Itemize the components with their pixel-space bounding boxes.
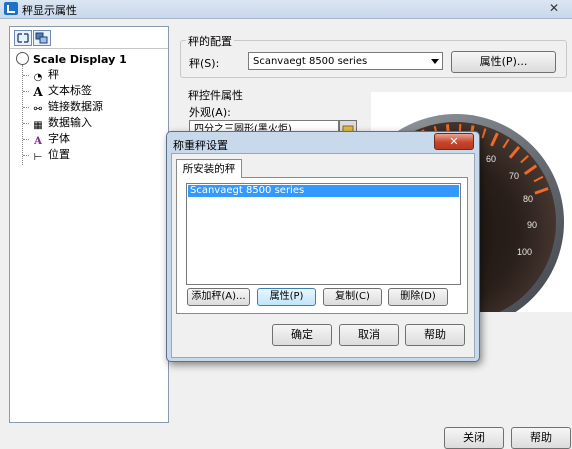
scale-properties-dialog-button[interactable]: 属性(P) bbox=[257, 288, 316, 306]
scale-properties-button[interactable]: 属性(P)... bbox=[451, 51, 556, 73]
tree-item-font[interactable]: A 字体 bbox=[23, 131, 70, 147]
chevron-down-icon bbox=[431, 59, 439, 64]
tree-root-item[interactable]: Scale Display 1 bbox=[16, 52, 127, 66]
text-icon: A bbox=[33, 85, 43, 99]
add-scale-button[interactable]: 添加秤(A)... bbox=[187, 288, 250, 306]
gauge-tick-label: 80 bbox=[523, 194, 533, 204]
toolbar-divider bbox=[10, 48, 168, 49]
cancel-button[interactable]: 取消 bbox=[339, 324, 399, 346]
tree-item-data-source[interactable]: ⚯ 链接数据源 bbox=[23, 99, 103, 115]
expand-view-button[interactable] bbox=[14, 30, 32, 46]
tab-installed-scales[interactable]: 所安装的秤 bbox=[176, 159, 242, 178]
appearance-label: 外观(A): bbox=[189, 106, 231, 119]
help-button[interactable]: 帮助 bbox=[405, 324, 465, 346]
window-title: 秤显示属性 bbox=[22, 4, 77, 17]
tree-item-text-label[interactable]: A 文本标签 bbox=[23, 83, 92, 99]
position-icon: ⊢ bbox=[33, 152, 43, 163]
window-close-button[interactable]: ✕ bbox=[542, 1, 566, 15]
tree-item-label: 秤 bbox=[48, 68, 59, 81]
gauge-icon bbox=[16, 52, 29, 65]
scale-settings-dialog: 称重秤设置 ✕ 所安装的秤 Scanvaegt 8500 series 添加秤(… bbox=[166, 131, 480, 362]
window-titlebar: 秤显示属性 ✕ bbox=[0, 0, 572, 19]
dialog-title: 称重秤设置 bbox=[173, 139, 228, 152]
ok-button[interactable]: 确定 bbox=[272, 324, 332, 346]
tree-root-label: Scale Display 1 bbox=[33, 53, 127, 66]
tree-item-label: 位置 bbox=[48, 148, 70, 161]
list-item[interactable]: Scanvaegt 8500 series bbox=[188, 185, 459, 197]
dialog-body: 所安装的秤 Scanvaegt 8500 series 添加秤(A)... 属性… bbox=[171, 153, 475, 358]
gauge-tick-label: 90 bbox=[527, 220, 537, 230]
tree-item-data-input[interactable]: ▦ 数据输入 bbox=[23, 115, 92, 131]
close-icon: ✕ bbox=[449, 135, 459, 148]
control-props-title: 秤控件属性 bbox=[186, 87, 245, 103]
copy-scale-button[interactable]: 复制(C) bbox=[323, 288, 382, 306]
windows-view-button[interactable] bbox=[33, 30, 51, 46]
windows-icon bbox=[35, 32, 48, 44]
tree-item-scale[interactable]: ◔ 秤 bbox=[23, 67, 59, 83]
scale-config-title: 秤的配置 bbox=[186, 33, 234, 49]
app-icon bbox=[4, 2, 18, 15]
close-button[interactable]: 关闭 bbox=[444, 427, 504, 449]
tree-item-label: 数据输入 bbox=[48, 116, 92, 129]
gauge-tick-label: 100 bbox=[517, 247, 532, 257]
footer-help-button[interactable]: 帮助 bbox=[511, 427, 571, 449]
expand-icon bbox=[17, 33, 29, 43]
tree-item-label: 链接数据源 bbox=[48, 100, 103, 113]
dialog-close-button[interactable]: ✕ bbox=[434, 133, 474, 150]
scale-label: 秤(S): bbox=[189, 57, 220, 70]
installed-scales-list[interactable]: Scanvaegt 8500 series bbox=[186, 183, 461, 285]
tree-item-label: 文本标签 bbox=[48, 84, 92, 97]
scale-select-value: Scanvaegt 8500 series bbox=[253, 56, 368, 67]
tree-item-label: 字体 bbox=[48, 132, 70, 145]
tree-item-position[interactable]: ⊢ 位置 bbox=[23, 147, 70, 163]
gauge-tick-label: 60 bbox=[486, 154, 496, 164]
navigation-tree-panel: Scale Display 1 ◔ 秤 A 文本标签 ⚯ 链接数据源 ▦ 数据输入 A字… bbox=[9, 26, 169, 423]
gauge-tick-label: 70 bbox=[509, 171, 519, 181]
delete-scale-button[interactable]: 删除(D) bbox=[388, 288, 448, 306]
scale-select[interactable]: Scanvaegt 8500 series bbox=[248, 52, 443, 70]
